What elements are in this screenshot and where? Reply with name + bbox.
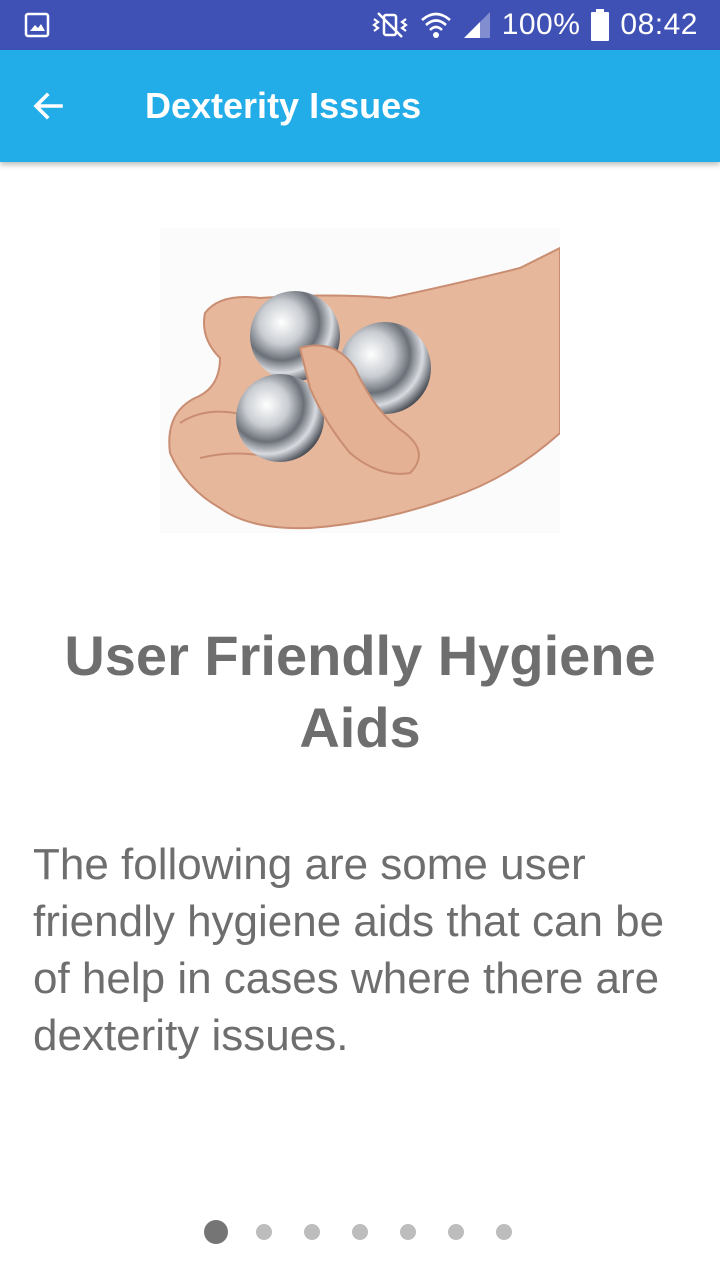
status-icons: 100% 08:42 [370, 0, 698, 50]
page-dot-7[interactable] [496, 1224, 512, 1240]
page-dot-6[interactable] [448, 1224, 464, 1240]
page-dot-1[interactable] [204, 1220, 228, 1244]
gallery-icon [24, 12, 50, 38]
vibrate-mute-icon [370, 10, 410, 40]
page-dot-4[interactable] [352, 1224, 368, 1240]
clock: 08:42 [620, 8, 698, 41]
page-dot-2[interactable] [256, 1224, 272, 1240]
page-dot-5[interactable] [400, 1224, 416, 1240]
status-bar: 100% 08:42 [0, 0, 720, 50]
description-text: The following are some user friendly hyg… [33, 840, 665, 1060]
page-indicator [0, 1214, 720, 1250]
signal-icon [462, 10, 492, 40]
page-dot-3[interactable] [304, 1224, 320, 1240]
app-bar: Dexterity Issues [0, 50, 720, 162]
back-button[interactable] [20, 78, 76, 134]
page-title: Dexterity Issues [145, 85, 422, 126]
hero-image [160, 228, 561, 533]
battery-icon [590, 9, 610, 41]
section-headline: User Friendly Hygiene Aids [64, 624, 656, 759]
battery-percent: 100% [501, 8, 581, 41]
arrow-back-icon [33, 92, 63, 120]
wifi-icon [420, 10, 452, 40]
